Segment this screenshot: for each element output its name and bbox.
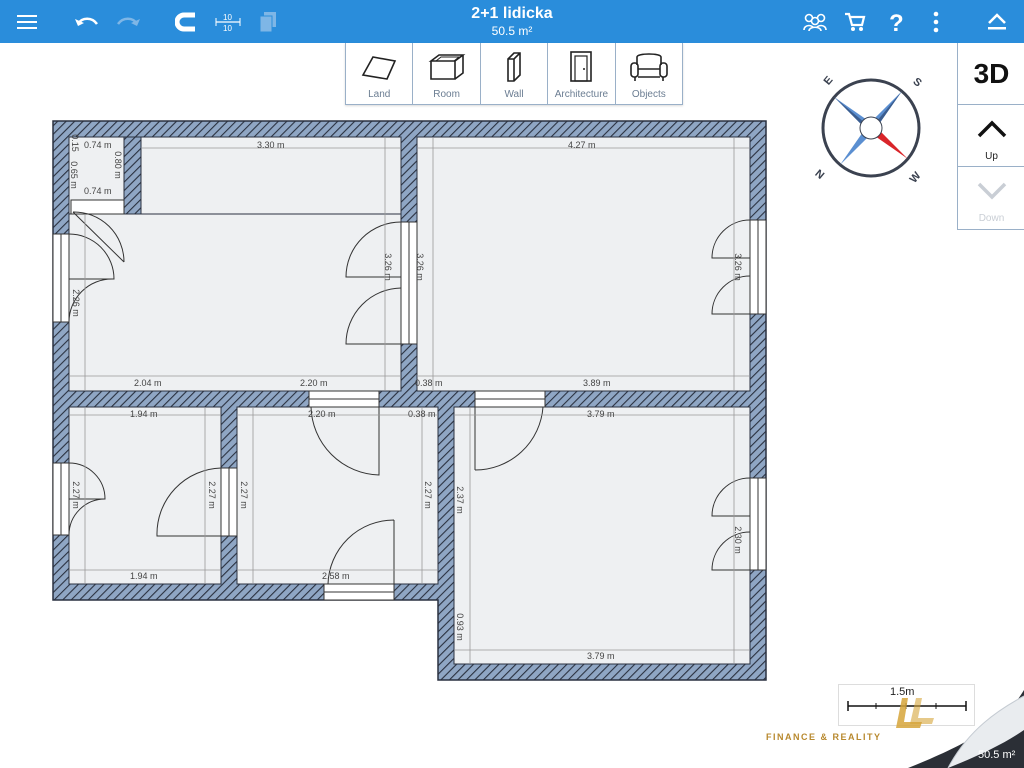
dim-label: 2.27 m bbox=[238, 481, 249, 509]
dim-label: 0.74 m bbox=[84, 186, 112, 196]
dim-label: 2.37 m bbox=[454, 486, 465, 514]
dim-label: 2.04 m bbox=[134, 378, 162, 388]
dim-label: 1.94 m bbox=[130, 571, 158, 581]
room-hallway[interactable] bbox=[236, 406, 439, 585]
dim-label: 1.94 m bbox=[130, 409, 158, 419]
dim-label: 4.27 m bbox=[568, 140, 596, 150]
room-bedroom[interactable] bbox=[416, 136, 751, 392]
dim-label: 0.74 m bbox=[84, 140, 112, 150]
dim-label: 3.30 m bbox=[257, 140, 285, 150]
dim-label: 2.27 m bbox=[422, 481, 433, 509]
dim-label: 3.26 m bbox=[382, 253, 393, 281]
dim-label: 0.38 m bbox=[408, 409, 436, 419]
dim-label: 2.30 m bbox=[732, 526, 743, 554]
dim-label: 2.20 m bbox=[300, 378, 328, 388]
dim-label: 3.79 m bbox=[587, 651, 615, 661]
dim-label: 2.27 m bbox=[70, 481, 81, 509]
dim-label: 0.38 m bbox=[415, 378, 443, 388]
dim-label: 3.26 m bbox=[732, 253, 743, 281]
dim-label: 2.26 m bbox=[70, 289, 81, 317]
dim-label: 2.58 m bbox=[322, 571, 350, 581]
watermark-text: FINANCE & REALITY bbox=[766, 732, 882, 742]
dim-label: 3.26 m bbox=[414, 253, 425, 281]
dim-label: 3.89 m bbox=[583, 378, 611, 388]
room-bathroom[interactable] bbox=[68, 406, 222, 585]
dim-label: 2.20 m bbox=[308, 409, 336, 419]
dim-label: 0.93 m bbox=[454, 613, 465, 641]
room-kitchen[interactable] bbox=[453, 406, 751, 665]
dim-label: 2.27 m bbox=[206, 481, 217, 509]
dim-label: 0.80 m bbox=[112, 151, 123, 179]
dim-label: 0.65 m bbox=[68, 161, 79, 189]
footer-area: 50.5 m² bbox=[978, 749, 1016, 761]
dim-label: 0.15 bbox=[69, 134, 80, 152]
dim-label: 3.79 m bbox=[587, 409, 615, 419]
